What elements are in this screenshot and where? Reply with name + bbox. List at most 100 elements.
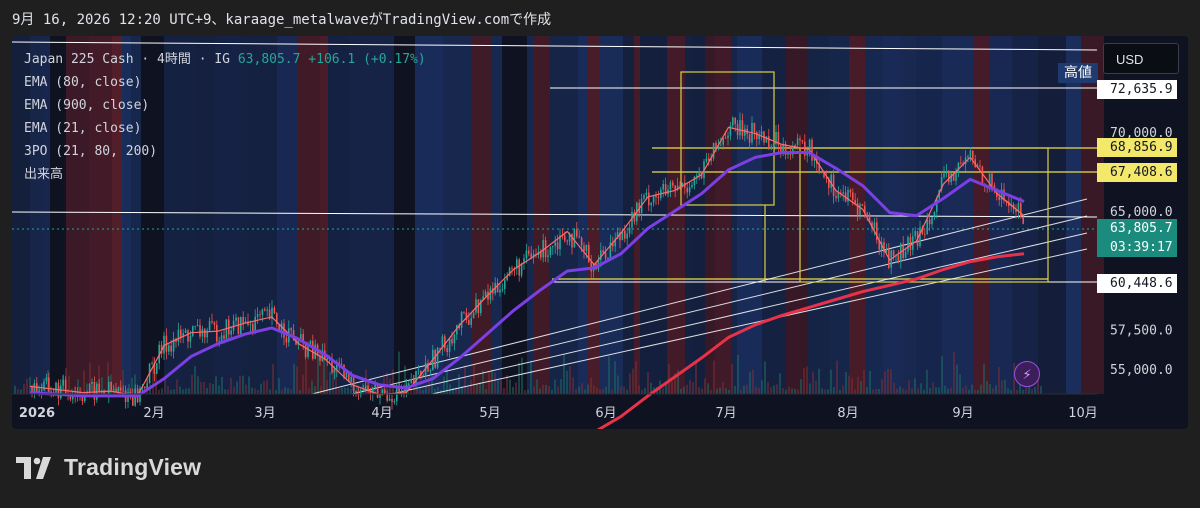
volume-bar [200, 382, 202, 394]
candle-body [525, 250, 528, 259]
volume-bar [605, 386, 607, 394]
volume-bar [866, 387, 868, 394]
candle-body [866, 212, 868, 215]
indicator-ema900[interactable]: EMA (900, close) [24, 94, 426, 117]
volume-bar [329, 371, 331, 394]
volume-bar [23, 383, 25, 394]
indicator-volume[interactable]: 出来高 [24, 163, 426, 186]
volume-bar [515, 382, 517, 394]
price-label-low: 60,448.6 [1097, 274, 1177, 293]
candle-body [648, 192, 650, 206]
candle-body [340, 363, 343, 365]
volume-bar [989, 384, 991, 394]
last-price: 63,805.7 [237, 52, 301, 67]
volume-bar [617, 375, 619, 394]
tradingview-logo: TradingView [16, 454, 201, 481]
volume-bar [299, 389, 301, 394]
candle-body [156, 363, 158, 374]
candle-body [991, 173, 993, 186]
chart-created-caption: 9月 16, 2026 12:20 UTC+9、karaage_metalwav… [12, 12, 552, 28]
candle-body [91, 382, 93, 384]
candle-body [249, 323, 252, 325]
symbol-name[interactable]: Japan 225 Cash · 4時間 · IG [24, 52, 230, 67]
volume-bar [185, 388, 187, 394]
volume-bar [782, 388, 784, 394]
candle-body [686, 187, 688, 193]
price-label-high: 72,635.9 [1097, 80, 1177, 99]
volume-bar [341, 387, 343, 394]
candle-body [907, 237, 909, 252]
x-tick-label: 9月 [952, 406, 973, 421]
volume-bar [905, 389, 907, 394]
candle-body [924, 233, 926, 235]
candle-body [386, 394, 388, 401]
candle-body [691, 185, 693, 188]
candle-body [652, 195, 655, 203]
candle-body [799, 138, 801, 141]
volume-bar [578, 386, 580, 394]
candle-body [585, 244, 588, 252]
volume-bar [509, 379, 511, 394]
candle-body [117, 387, 120, 392]
volume-bar [710, 389, 712, 394]
candle-body [919, 227, 921, 247]
volume-bar [941, 355, 943, 394]
volume-bar [953, 352, 955, 394]
volume-bar [212, 384, 214, 394]
volume-bar [620, 386, 622, 394]
volume-bar [977, 389, 979, 394]
volume-bar [458, 374, 460, 394]
volume-bar [449, 384, 451, 394]
candle-body [643, 195, 645, 199]
candle-body [820, 171, 823, 173]
volume-bar [527, 389, 529, 394]
indicator-ema80[interactable]: EMA (80, close) [24, 71, 426, 94]
candle-body [578, 236, 580, 238]
indicator-ema21[interactable]: EMA (21, close) [24, 117, 426, 140]
candle-body [808, 139, 811, 151]
background-regime-band [527, 36, 533, 394]
volume-bar [1040, 386, 1042, 394]
volume-bar [803, 367, 805, 394]
volume-bar [713, 360, 715, 394]
volume-bar [806, 366, 808, 394]
volume-bar [317, 354, 319, 394]
volume-bar [971, 384, 973, 394]
volume-bar [569, 365, 571, 394]
volume-bar [896, 388, 898, 394]
volume-bar [311, 380, 313, 394]
volume-bar [476, 384, 478, 394]
candle-body [734, 117, 736, 124]
candle-body [189, 335, 192, 342]
volume-bar [560, 379, 562, 394]
lightning-icon[interactable]: ⚡ [1014, 361, 1040, 387]
candle-body [753, 122, 756, 133]
candle-body [796, 138, 799, 145]
volume-bar [548, 386, 550, 394]
volume-bar [827, 389, 829, 394]
background-regime-band [942, 36, 973, 394]
candle-body [228, 319, 230, 335]
indicator-3po[interactable]: 3PO (21, 80, 200) [24, 140, 426, 163]
volume-bar [1034, 387, 1036, 394]
volume-bar [986, 381, 988, 394]
volume-bar [695, 362, 697, 394]
candle-body [199, 325, 201, 337]
candle-body [998, 196, 1000, 201]
volume-bar [305, 360, 307, 394]
legend-symbol-row[interactable]: Japan 225 Cash · 4時間 · IG 63,805.7 +106.… [24, 48, 426, 71]
volume-bar [686, 384, 688, 394]
candle-body [283, 323, 285, 338]
candle-body [98, 383, 100, 392]
volume-bar [428, 374, 430, 394]
candle-body [604, 252, 607, 259]
chart-panel[interactable]: 55,000.0 57,500.0 65,000.0 70,000.0 2026 2月 3月… [12, 36, 1188, 429]
candle-body [264, 309, 266, 311]
volume-bar [338, 388, 340, 394]
candle-body [554, 242, 556, 246]
currency-button[interactable]: USD [1103, 43, 1179, 74]
volume-bar [746, 384, 748, 394]
candle-body [727, 135, 729, 139]
candle-body [379, 395, 381, 398]
candle-body [705, 158, 708, 162]
